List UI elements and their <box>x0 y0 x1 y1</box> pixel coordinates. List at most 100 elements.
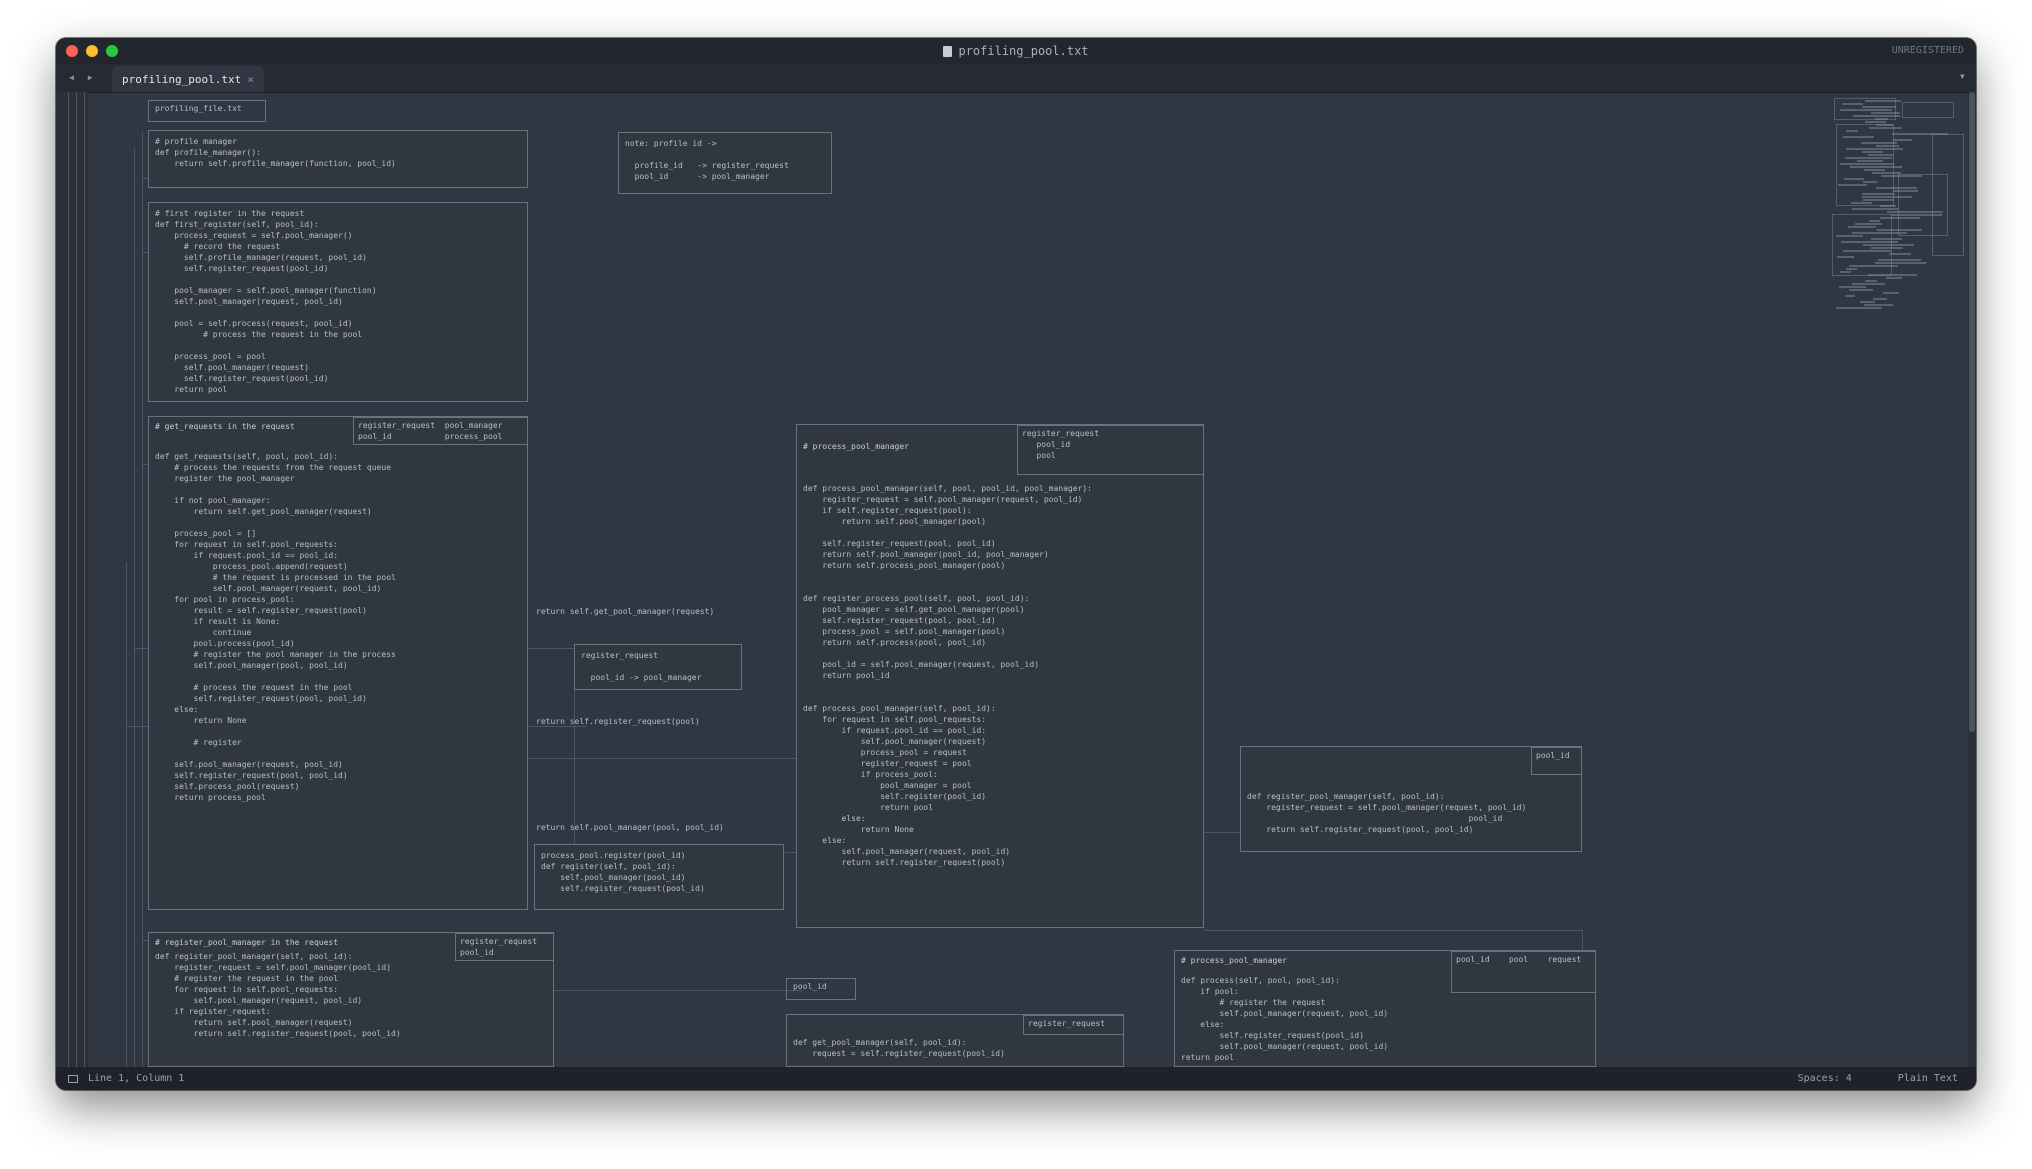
code-block: # first register in the request def firs… <box>148 202 528 402</box>
minimap-line <box>1871 247 1903 249</box>
minimap-line <box>1871 238 1902 240</box>
minimap-line <box>1852 283 1885 285</box>
minimap-line <box>1848 226 1876 228</box>
window-title: profiling_pool.txt <box>943 44 1089 58</box>
minimap-line <box>1876 145 1899 147</box>
minimap-line <box>1875 262 1926 264</box>
minimap-line <box>1852 232 1907 234</box>
code-block: # register_pool_manager in the request r… <box>148 932 554 1067</box>
minimap-line <box>1877 229 1922 231</box>
minimap-line <box>1871 112 1900 114</box>
code-block-header-cell: register_request pool_manager pool_id pr… <box>353 417 527 445</box>
minimap-line <box>1849 265 1898 267</box>
minimap-line <box>1892 133 1948 135</box>
minimap-line <box>1845 295 1855 297</box>
indentation-setting[interactable]: Spaces: 4 <box>1798 1073 1852 1084</box>
minimize-window-button[interactable] <box>86 45 98 57</box>
minimap-line <box>1844 178 1864 180</box>
scrollbar-thumb[interactable] <box>1969 92 1975 732</box>
code-block: register_request def get_pool_manager(se… <box>786 1014 1124 1067</box>
code-block: # process_pool_manager register_request … <box>796 424 1204 928</box>
minimap-line <box>1880 205 1896 207</box>
status-bar: Line 1, Column 1 Spaces: 4 Plain Text <box>56 1067 1976 1090</box>
minimap-line <box>1861 142 1897 144</box>
minimap-line <box>1862 151 1883 153</box>
arrow-label: return self.register_request(pool) <box>536 717 700 726</box>
code-block-body: def get_pool_manager(self, pool_id): req… <box>793 1038 1005 1058</box>
minimap-line <box>1891 214 1942 216</box>
minimap-line <box>1850 166 1902 168</box>
unregistered-label: UNREGISTERED <box>1891 45 1964 56</box>
minimap-line <box>1862 196 1912 198</box>
minimap-line <box>1869 220 1880 222</box>
tab-nav-arrows-icon[interactable]: ◂ ▸ <box>68 70 96 84</box>
minimap-line <box>1855 223 1882 225</box>
minimap-line <box>1840 109 1892 111</box>
connector-line <box>1204 832 1240 833</box>
zoom-window-button[interactable] <box>106 45 118 57</box>
minimap-line <box>1857 160 1883 162</box>
tab-profiling-pool[interactable]: profiling_pool.txt × <box>112 66 264 92</box>
minimap-line <box>1869 127 1902 129</box>
minimap-line <box>1865 100 1901 102</box>
minimap[interactable] <box>1832 94 1968 334</box>
pool-id-label: pool_id <box>786 978 856 1000</box>
minimap-line <box>1883 292 1899 294</box>
minimap-line <box>1876 124 1893 126</box>
note-box: process_pool.register(pool_id) def regis… <box>534 844 784 910</box>
code-block-title: # process_pool_manager <box>1181 956 1287 965</box>
code-block-body: def process_pool_manager(self, pool, poo… <box>803 484 1092 867</box>
minimap-line <box>1862 193 1895 195</box>
minimap-line <box>1842 103 1863 105</box>
close-window-button[interactable] <box>66 45 78 57</box>
indent-guide <box>126 562 127 1067</box>
code-block-header-cell: pool_id <box>1531 747 1581 775</box>
minimap-line <box>1873 298 1887 300</box>
minimap-line <box>1875 118 1888 120</box>
connector-line <box>1204 930 1582 931</box>
minimap-line <box>1838 184 1867 186</box>
syntax-selector[interactable]: Plain Text <box>1898 1073 1958 1084</box>
document-icon <box>943 45 953 57</box>
minimap-line <box>1863 244 1914 246</box>
minimap-line <box>1836 235 1863 237</box>
code-block-body: def process(self, pool, pool_id): if poo… <box>1181 976 1389 1062</box>
minimap-line <box>1893 139 1912 141</box>
minimap-line <box>1880 217 1920 219</box>
indent-guide <box>142 132 143 1067</box>
text-editor-area[interactable]: profiling_file.txt # profile manager def… <box>56 92 1976 1067</box>
minimap-line <box>1864 304 1893 306</box>
code-block-header-cell: register_request pool_id <box>455 933 553 961</box>
cursor-position: Line 1, Column 1 <box>88 1073 185 1084</box>
minimap-line <box>1851 202 1872 204</box>
minimap-line <box>1846 148 1903 150</box>
minimap-line <box>1837 256 1854 258</box>
minimap-line <box>1881 175 1922 177</box>
indent-guide <box>68 92 69 1067</box>
minimap-line <box>1893 190 1918 192</box>
minimap-line <box>1889 253 1911 255</box>
minimap-line <box>1846 268 1857 270</box>
tab-label: profiling_pool.txt <box>122 72 242 86</box>
vertical-scrollbar[interactable] <box>1968 92 1976 1067</box>
minimap-line <box>1886 277 1902 279</box>
minimap-line <box>1845 157 1892 159</box>
code-block-header-cell: pool_id pool request <box>1451 951 1595 993</box>
code-block: pool_id def register_pool_manager(self, … <box>1240 746 1582 852</box>
code-block: # get_requests in the request register_r… <box>148 416 528 910</box>
minimap-line <box>1862 106 1896 108</box>
panel-toggle-icon[interactable] <box>68 1074 78 1083</box>
tab-menu-icon[interactable]: ▾ <box>1959 69 1966 83</box>
tab-close-icon[interactable]: × <box>247 73 254 86</box>
minimap-line <box>1863 199 1894 201</box>
minimap-line <box>1864 169 1885 171</box>
minimap-line <box>1840 163 1894 165</box>
minimap-line <box>1843 136 1874 138</box>
minimap-line <box>1841 241 1898 243</box>
indent-guide <box>76 92 77 1067</box>
code-block-body: def register_pool_manager(self, pool_id)… <box>155 952 401 1038</box>
editor-window: profiling_pool.txt UNREGISTERED ◂ ▸ prof… <box>56 38 1976 1090</box>
window-controls <box>66 45 118 57</box>
indent-guide <box>134 148 135 1067</box>
minimap-line <box>1843 250 1891 252</box>
